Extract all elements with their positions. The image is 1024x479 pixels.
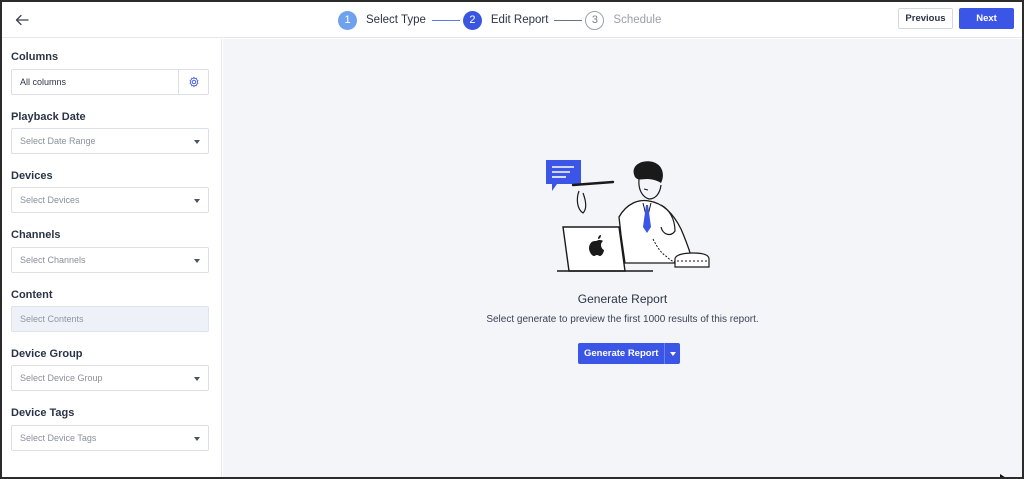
devices-select[interactable]: Select Devices (11, 187, 209, 213)
wizard-stepper: 1 Select Type 2 Edit Report 3 Schedule (338, 8, 661, 32)
mouse-cursor-icon (1000, 474, 1005, 477)
device-tags-select[interactable]: Select Device Tags (11, 425, 209, 451)
devices-title: Devices (11, 170, 53, 182)
step-select-type[interactable]: 1 Select Type (338, 10, 426, 30)
caret-down-icon (194, 259, 200, 263)
caret-down-icon (194, 140, 200, 144)
step-schedule[interactable]: 3 Schedule (585, 10, 662, 30)
app-window: 1 Select Type 2 Edit Report 3 Schedule P… (0, 0, 1024, 479)
generate-options-button[interactable] (664, 343, 681, 364)
select-placeholder: Select Device Group (20, 373, 103, 383)
content-select[interactable]: Select Contents (11, 306, 209, 332)
device-tags-title: Device Tags (11, 407, 75, 419)
step-label: Edit Report (490, 14, 549, 26)
wizard-header: 1 Select Type 2 Edit Report 3 Schedule P… (2, 2, 1022, 38)
generate-report-subtitle: Select generate to preview the first 100… (486, 314, 759, 325)
step-number: 1 (338, 10, 357, 30)
generate-report-split-button: Generate Report (578, 343, 681, 364)
step-edit-report[interactable]: 2 Edit Report (462, 10, 549, 30)
select-placeholder: Select Channels (20, 255, 86, 265)
content-title: Content (11, 289, 53, 301)
device-group-select[interactable]: Select Device Group (11, 365, 209, 391)
step-connector (431, 19, 460, 21)
back-arrow-icon[interactable] (12, 10, 32, 30)
select-placeholder: Select Devices (20, 195, 80, 205)
device-group-title: Device Group (11, 348, 83, 360)
caret-down-icon (194, 437, 200, 441)
step-connector (554, 19, 583, 21)
generate-report-title: Generate Report (577, 292, 668, 306)
previous-button[interactable]: Previous (898, 8, 953, 29)
report-preview-area: Generate Report Select generate to previ… (223, 39, 1022, 477)
step-number: 3 (585, 10, 605, 30)
step-label: Schedule (613, 14, 662, 26)
columns-value: All columns (20, 77, 67, 87)
playback-date-select[interactable]: Select Date Range (11, 128, 209, 154)
support-agent-illustration (546, 160, 710, 272)
channels-title: Channels (11, 229, 61, 241)
filters-sidebar: Columns All columns Playback Date Select… (2, 39, 222, 477)
caret-down-icon (669, 351, 676, 356)
select-placeholder: Select Date Range (20, 136, 96, 146)
generate-report-button[interactable]: Generate Report (578, 343, 665, 364)
select-placeholder: Select Contents (20, 314, 84, 324)
playback-date-title: Playback Date (11, 111, 86, 123)
step-label: Select Type (366, 14, 426, 26)
step-number: 2 (462, 10, 482, 30)
caret-down-icon (194, 199, 200, 203)
select-placeholder: Select Device Tags (20, 433, 97, 443)
caret-down-icon (194, 377, 200, 381)
gear-icon[interactable] (178, 70, 208, 94)
columns-field[interactable]: All columns (11, 69, 209, 95)
next-button[interactable]: Next (959, 8, 1014, 29)
channels-select[interactable]: Select Channels (11, 247, 209, 273)
columns-title: Columns (11, 51, 59, 63)
